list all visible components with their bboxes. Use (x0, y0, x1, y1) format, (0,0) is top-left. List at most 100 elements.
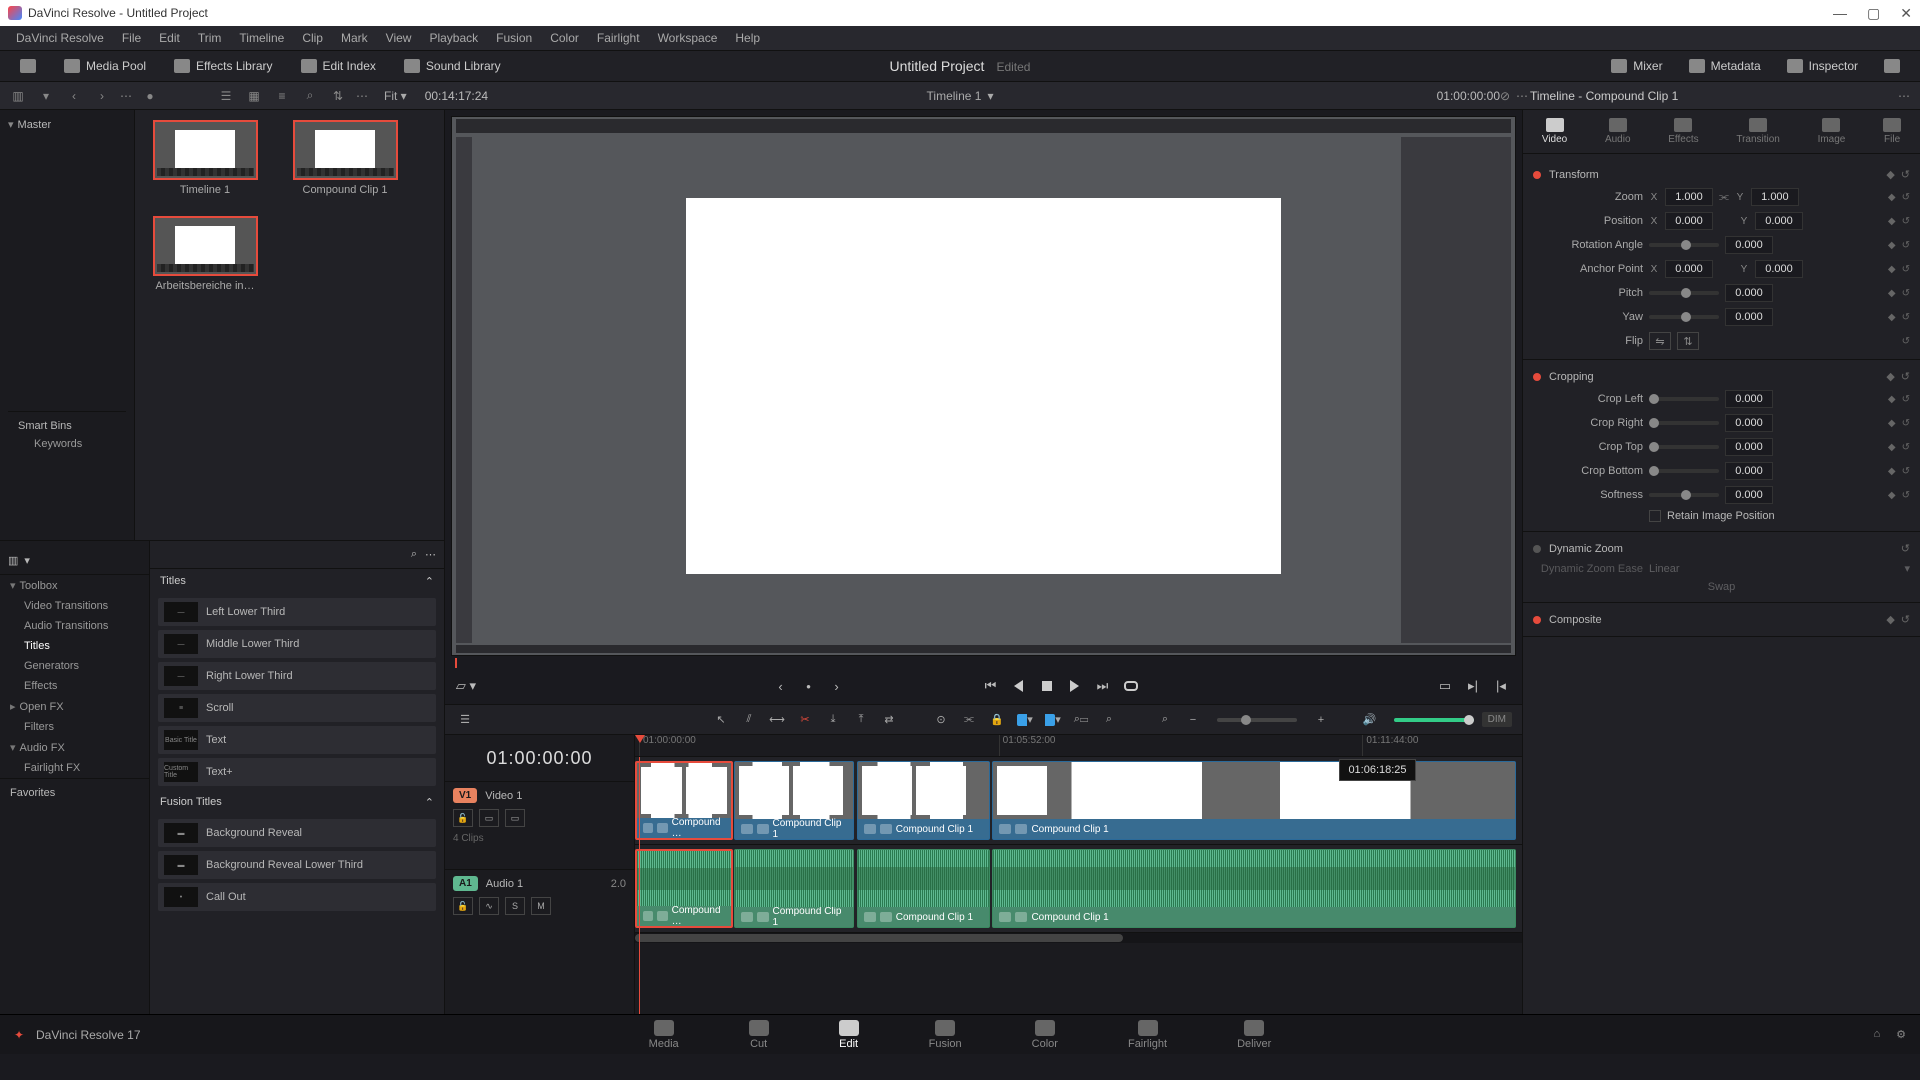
close-button[interactable]: ✕ (1900, 5, 1912, 22)
reset-icon[interactable]: ↺ (1901, 613, 1910, 626)
bin-view-button[interactable]: ▥ (8, 88, 28, 104)
zoom-x-input[interactable]: 1.000 (1665, 188, 1713, 206)
swap-button[interactable]: Swap (1708, 581, 1736, 593)
expand-inspector-button[interactable] (1874, 55, 1910, 77)
title-right-lower-third[interactable]: —Right Lower Third (158, 662, 436, 690)
reset-icon[interactable]: ↺ (1902, 466, 1910, 477)
reset-icon[interactable]: ↺ (1902, 288, 1910, 299)
pool-clip-compound1[interactable]: Compound Clip 1 (285, 120, 405, 196)
v1-auto[interactable]: ▭ (505, 809, 525, 827)
thumb-view-button[interactable]: ▦ (244, 88, 264, 104)
edit-index-button[interactable]: Edit Index (291, 55, 386, 77)
zoom-out-button[interactable]: − (1183, 711, 1203, 729)
index-search-button[interactable]: ⌕▭ (1071, 711, 1091, 729)
v1-display[interactable]: ▭ (479, 809, 499, 827)
menu-workspace[interactable]: Workspace (650, 29, 726, 47)
zoom-detail-button[interactable]: ⌕ (1099, 711, 1119, 729)
transform-header[interactable]: Transform◆↺ (1533, 164, 1910, 185)
kf-icon[interactable]: ◆ (1888, 240, 1896, 251)
inspector-tab-audio[interactable]: Audio (1605, 118, 1631, 145)
titles-more[interactable]: ⋯ (425, 548, 436, 561)
audiofx-group[interactable]: ▾Audio FX (0, 737, 149, 758)
sound-library-button[interactable]: Sound Library (394, 55, 511, 77)
kf-icon[interactable]: ◆ (1888, 264, 1896, 275)
mark-io-button[interactable]: ▱ ▾ (455, 676, 477, 696)
kf-icon[interactable]: ◆ (1888, 216, 1896, 227)
bin-dropdown[interactable]: ▾ (36, 88, 56, 104)
video-track-1[interactable]: Compound … Compound Clip 1 Compound Clip… (635, 757, 1522, 845)
selection-tool[interactable]: ↖ (711, 711, 731, 729)
prev-mark-button[interactable]: ‹ (770, 676, 792, 696)
menu-file[interactable]: File (114, 29, 149, 47)
pos-x-input[interactable]: 0.000 (1665, 212, 1713, 230)
crop-top-slider[interactable] (1649, 445, 1719, 449)
list-view-button[interactable]: ☰ (216, 88, 236, 104)
timeline-tracks-area[interactable]: 01:00:00:00 01:05:52:00 01:11:44:00 Comp… (635, 735, 1522, 1014)
video-clip-4[interactable]: Compound Clip 1 (992, 761, 1515, 840)
fullscreen-button[interactable] (10, 55, 46, 77)
reset-icon[interactable]: ↺ (1902, 216, 1910, 227)
audio-clip-1[interactable]: Compound … (635, 849, 733, 928)
dynamic-trim-tool[interactable]: ⟷ (767, 711, 787, 729)
ease-value[interactable]: Linear (1649, 563, 1680, 575)
menu-edit[interactable]: Edit (151, 29, 188, 47)
kf-icon[interactable]: ◆ (1888, 490, 1896, 501)
title-text-plus[interactable]: Custom TitleText+ (158, 758, 436, 786)
metadata-button[interactable]: Metadata (1679, 55, 1771, 77)
link-button[interactable]: ⫘ (959, 711, 979, 729)
fusion-call-out[interactable]: •Call Out (158, 883, 436, 911)
inspector-tab-image[interactable]: Image (1818, 118, 1846, 145)
go-prev-button[interactable]: |◂ (1490, 676, 1512, 696)
a1-badge[interactable]: A1 (453, 876, 478, 891)
scrub-playhead[interactable] (455, 658, 457, 668)
titles-section-header[interactable]: Titles⌃ (150, 569, 444, 594)
video-transitions[interactable]: Video Transitions (0, 596, 149, 616)
inspector-tab-file[interactable]: File (1883, 118, 1901, 145)
marker-button[interactable]: ▾ (1043, 711, 1063, 729)
snapping-button[interactable]: ⊙ (931, 711, 951, 729)
page-media[interactable]: Media (649, 1020, 679, 1050)
menu-davinci[interactable]: DaVinci Resolve (8, 29, 112, 47)
timeline-zoom-slider[interactable] (1217, 718, 1297, 722)
replace-button[interactable]: ⇄ (879, 711, 899, 729)
audio-clip-2[interactable]: Compound Clip 1 (734, 849, 854, 928)
reset-icon[interactable]: ↺ (1901, 370, 1910, 383)
timeline-selector[interactable]: Timeline 1▾ (927, 89, 994, 103)
viewer-more[interactable]: ⋯ (1516, 89, 1528, 103)
crop-left-slider[interactable] (1649, 397, 1719, 401)
title-text[interactable]: Basic TitleText (158, 726, 436, 754)
pool-clip-timeline1[interactable]: Timeline 1 (145, 120, 265, 196)
rotation-input[interactable]: 0.000 (1725, 236, 1773, 254)
reset-icon[interactable]: ↺ (1902, 264, 1910, 275)
menu-trim[interactable]: Trim (190, 29, 230, 47)
match-frame-button[interactable]: ▭ (1434, 676, 1456, 696)
kf-icon[interactable]: ◆ (1886, 613, 1894, 626)
flip-v-button[interactable]: ⇅ (1677, 332, 1699, 350)
title-scroll[interactable]: ≡Scroll (158, 694, 436, 722)
audio-clip-4[interactable]: Compound Clip 1 (992, 849, 1515, 928)
title-left-lower-third[interactable]: —Left Lower Third (158, 598, 436, 626)
search-button[interactable]: ⌕ (300, 88, 320, 104)
next-mark-button[interactable]: › (826, 676, 848, 696)
page-fairlight[interactable]: Fairlight (1128, 1020, 1167, 1050)
a1-wave[interactable]: ∿ (479, 897, 499, 915)
strip-view-button[interactable]: ≡ (272, 88, 292, 104)
inspector-tab-video[interactable]: Video (1542, 118, 1567, 145)
page-edit[interactable]: Edit (839, 1020, 859, 1050)
a1-solo[interactable]: S (505, 897, 525, 915)
menu-fusion[interactable]: Fusion (488, 29, 540, 47)
reset-icon[interactable]: ↺ (1902, 336, 1910, 347)
tl-zoom-search[interactable]: ⌕ (1155, 711, 1175, 729)
favorites-group[interactable]: Favorites (0, 778, 149, 807)
insert-button[interactable]: ⤓ (823, 711, 843, 729)
sort-button[interactable]: ⇅ (328, 88, 348, 104)
kf-icon[interactable]: ◆ (1886, 370, 1894, 383)
audio-transitions[interactable]: Audio Transitions (0, 616, 149, 636)
fusion-background-reveal[interactable]: ▬Background Reveal (158, 819, 436, 847)
kf-icon[interactable]: ◆ (1888, 312, 1896, 323)
kf-icon[interactable]: ◆ (1888, 466, 1896, 477)
master-bin[interactable]: ▾Master (8, 118, 126, 131)
reset-icon[interactable]: ↺ (1902, 394, 1910, 405)
kf-diamond-icon[interactable]: ◆ (1886, 168, 1894, 181)
program-viewer[interactable] (451, 116, 1516, 656)
